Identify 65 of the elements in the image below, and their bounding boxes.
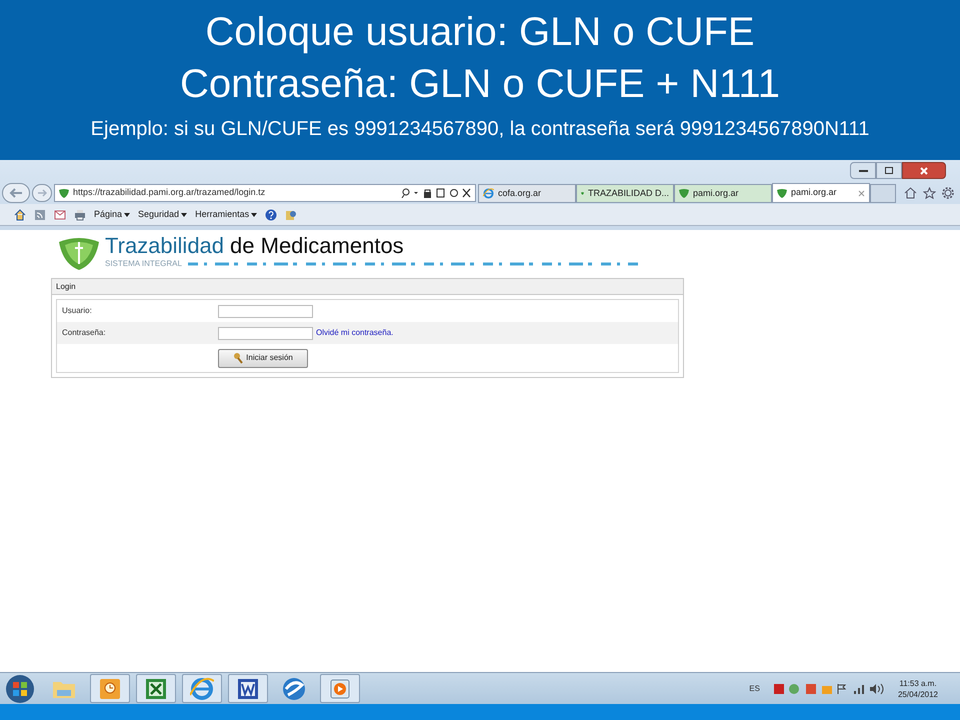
field-label: Contraseña: [61,327,107,339]
play-icon [329,678,351,700]
brand-name: Trazabilidad [105,234,224,258]
back-arrow-icon [9,188,23,198]
settings-icon[interactable] [942,187,954,199]
mail-icon[interactable] [54,210,66,220]
spreadsheet-icon [145,678,167,700]
shield-icon [679,189,689,198]
toolbar-menu[interactable]: Seguridad [138,208,188,222]
document-w-icon [237,678,259,700]
star-icon[interactable] [923,187,936,199]
input-field[interactable] [218,304,313,318]
address-bar[interactable]: https://trazabilidad.pami.org.ar/trazamed/login.tz [54,184,476,202]
close-icon [920,166,928,174]
close-button[interactable] [902,162,946,179]
panel-title: Login [52,279,683,295]
logo-icon [57,236,101,270]
taskbar-app[interactable] [228,674,268,703]
browser-tab[interactable]: TRAZABILIDAD D... [576,184,674,203]
language-indicator[interactable]: ES [749,682,760,694]
browser-e-icon [483,188,494,199]
feed-icon[interactable] [34,208,46,220]
toolbar-menu[interactable]: Herramientas [195,208,258,222]
printer-icon[interactable] [74,208,86,220]
toolbar-menu[interactable]: Página [94,208,130,222]
input-field[interactable] [218,326,313,340]
slide-heading: Ejemplo: si su GLN/CUFE es 9991234567890, la contraseña será 9991234567890N111 [90,117,870,142]
shield-icon [59,188,69,198]
caret-icon [124,212,130,216]
taskbar-app[interactable] [182,674,222,703]
globe-icon [282,676,306,700]
close-tab-icon[interactable] [858,190,865,196]
keys-icon [233,352,244,364]
browser-tab[interactable]: pami.org.ar [674,184,772,203]
brand-tagline: de Medicamentos [230,234,404,258]
slide-heading: Contraseña: GLN o CUFE + N111 [180,61,780,108]
clock-time[interactable]: 11:53 a.m. [899,678,937,688]
forward-arrow-icon [37,189,47,197]
browser-tab[interactable]: pami.org.ar [772,183,870,203]
calendar-clock-icon [99,678,121,700]
taskbar-app[interactable] [90,674,130,703]
maximize-button[interactable] [876,162,902,179]
research-icon[interactable] [285,208,298,220]
url-text: https://trazabilidad.pami.org.ar/trazamed/login.tz [73,186,266,200]
home-icon[interactable] [14,208,26,220]
windows-logo-icon [13,682,27,696]
minimize-button[interactable] [850,162,876,179]
start-button[interactable] [6,674,34,702]
caret-icon [181,212,188,216]
help-icon[interactable] [265,208,278,220]
shield-icon [777,188,787,198]
address-actions-icon [401,188,471,198]
login-button[interactable]: Iniciar sesión [218,348,308,368]
clock-date[interactable]: 25/04/2012 [898,688,938,700]
home-icon[interactable] [904,187,917,199]
brand-subtitle: SISTEMA INTEGRAL [105,258,182,270]
browser-tab[interactable]: cofa.org.ar [478,184,576,203]
forward-button[interactable] [32,184,52,202]
forgot-password-link[interactable]: Olvidé mi contraseña. [316,327,394,339]
back-button[interactable] [2,183,30,203]
field-label: Usuario: [61,305,93,317]
browser-e-icon [190,676,214,700]
slide-heading: Coloque usuario: GLN o CUFE [205,9,755,56]
taskbar-app[interactable] [136,674,176,703]
caret-icon [251,212,258,216]
